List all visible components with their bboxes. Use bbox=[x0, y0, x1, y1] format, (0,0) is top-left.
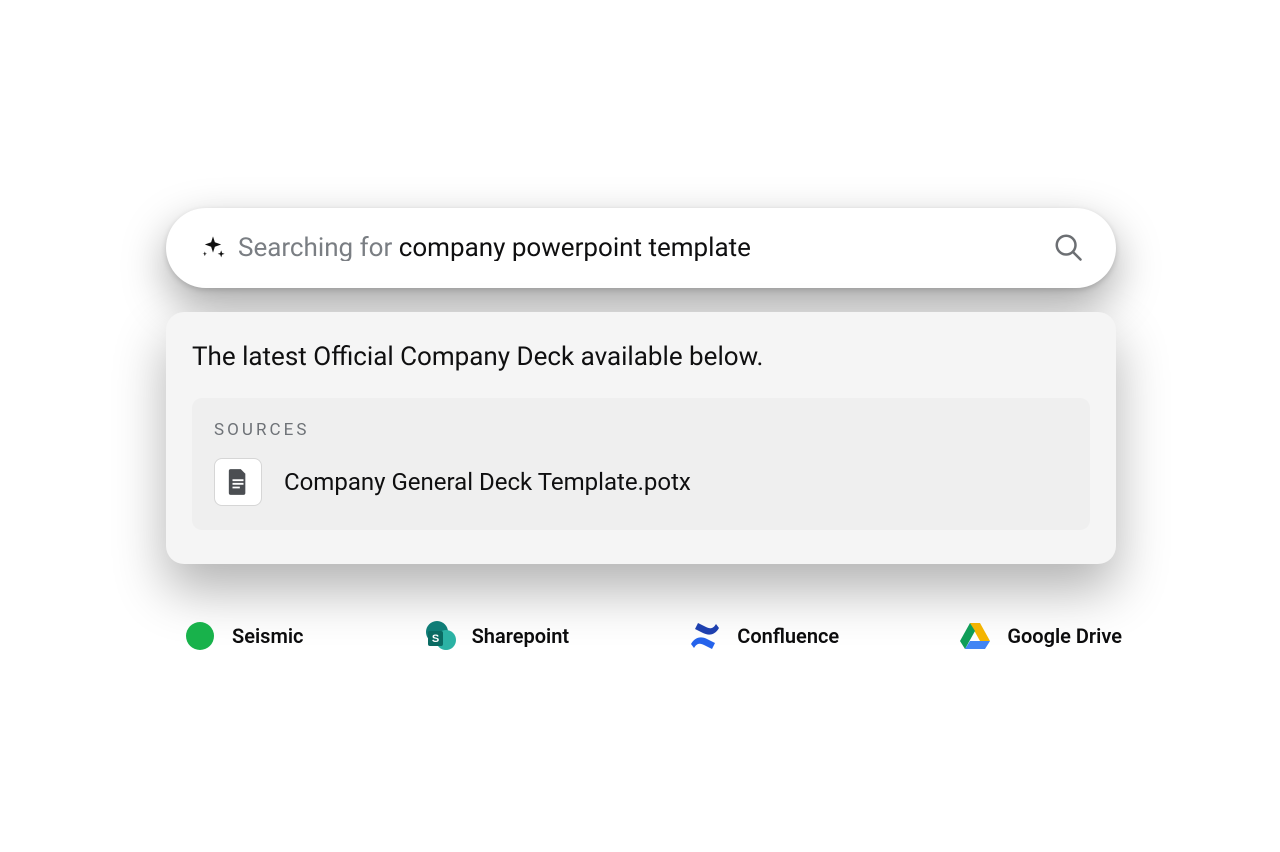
answer-text: The latest Official Company Deck availab… bbox=[166, 342, 1116, 372]
search-term: company powerpoint template bbox=[399, 235, 751, 261]
integration-label: Sharepoint bbox=[472, 624, 570, 648]
search-query[interactable]: Searching for company powerpoint templat… bbox=[238, 235, 1038, 261]
integration-gdrive[interactable]: Google Drive bbox=[957, 618, 1122, 654]
sharepoint-icon: S bbox=[422, 618, 458, 654]
sources-panel: SOURCES Company General Deck Template.po… bbox=[192, 398, 1090, 530]
seismic-icon bbox=[182, 618, 218, 654]
google-drive-icon bbox=[957, 618, 993, 654]
sparkle-icon bbox=[188, 234, 238, 262]
search-button[interactable] bbox=[1038, 231, 1098, 266]
integration-sharepoint[interactable]: S Sharepoint bbox=[422, 618, 570, 654]
integration-label: Seismic bbox=[232, 624, 303, 648]
search-prefix: Searching for bbox=[238, 235, 399, 261]
integration-confluence[interactable]: Confluence bbox=[687, 618, 839, 654]
search-icon bbox=[1053, 232, 1083, 265]
search-bar[interactable]: Searching for company powerpoint templat… bbox=[166, 208, 1116, 288]
confluence-icon bbox=[687, 618, 723, 654]
integration-label: Google Drive bbox=[1007, 624, 1122, 648]
result-card: The latest Official Company Deck availab… bbox=[166, 312, 1116, 564]
source-filename: Company General Deck Template.potx bbox=[284, 468, 691, 496]
integration-label: Confluence bbox=[737, 624, 839, 648]
source-item[interactable]: Company General Deck Template.potx bbox=[214, 458, 1068, 506]
integration-seismic[interactable]: Seismic bbox=[182, 618, 303, 654]
file-icon bbox=[214, 458, 262, 506]
integrations-row: Seismic S Sharepoint Confluence bbox=[182, 614, 1122, 658]
svg-text:S: S bbox=[431, 633, 438, 645]
sources-heading: SOURCES bbox=[214, 420, 1068, 440]
